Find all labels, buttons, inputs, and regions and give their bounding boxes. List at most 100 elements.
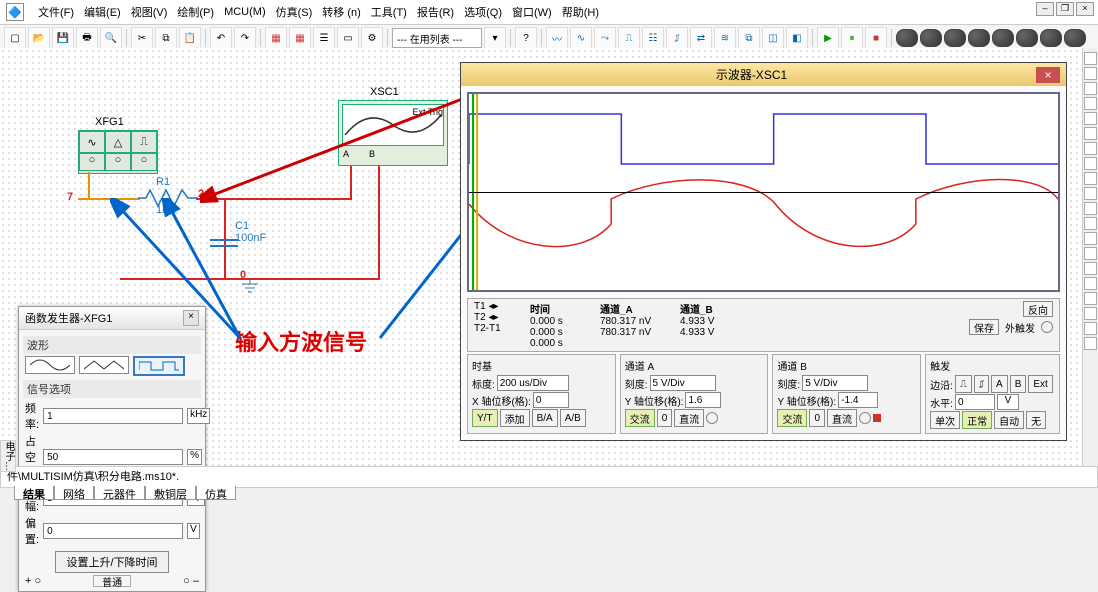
dock-item[interactable] (1084, 112, 1097, 125)
function-generator-symbol[interactable]: ∿△⎍ ○○○ (78, 130, 158, 174)
chip-icon[interactable]: ▭ (337, 27, 359, 49)
dock-item[interactable] (1084, 322, 1097, 335)
help-icon[interactable]: ? (515, 27, 537, 49)
dock-item[interactable] (1084, 337, 1097, 350)
stop-icon[interactable]: ■ (865, 27, 887, 49)
cha-port[interactable] (706, 412, 718, 424)
trig-ext-button[interactable]: Ext (1028, 375, 1052, 393)
an10-icon[interactable]: ◫ (762, 27, 784, 49)
rise-fall-button[interactable]: 设置上升/下降时间 (55, 551, 168, 573)
off-input[interactable] (43, 523, 183, 539)
chb-ac-button[interactable]: 交流 (777, 409, 807, 427)
freq-unit[interactable]: kHz (187, 408, 210, 424)
menu-transfer[interactable]: 转移 (n) (322, 4, 361, 20)
port-common[interactable]: 普通 (93, 575, 131, 587)
menu-options[interactable]: 选项(Q) (464, 4, 502, 20)
cha-yoff-input[interactable] (685, 392, 721, 408)
trig-a-button[interactable]: A (991, 375, 1008, 393)
redo-icon[interactable]: ↷ (234, 27, 256, 49)
cut-icon[interactable]: ✂ (131, 27, 153, 49)
save-button[interactable]: 保存 (969, 319, 999, 335)
oscilloscope-dialog[interactable]: 示波器-XSC1 × T1 ◂▸ T2 ◂▸ T2-T1 时间 0.000 s0… (460, 62, 1067, 441)
osc-display[interactable] (467, 92, 1060, 292)
chb-scale-input[interactable] (802, 375, 868, 391)
an1-icon[interactable]: 〰 (546, 27, 568, 49)
menu-sim[interactable]: 仿真(S) (276, 4, 313, 20)
print-icon[interactable]: 🖶 (76, 27, 98, 49)
timebase-xoff-input[interactable] (533, 392, 569, 408)
an4-icon[interactable]: ⎍ (618, 27, 640, 49)
an11-icon[interactable]: ◧ (786, 27, 808, 49)
menu-draw[interactable]: 绘制(P) (177, 4, 214, 20)
comp-pill[interactable] (920, 29, 942, 47)
grid-icon[interactable]: ▦ (265, 27, 287, 49)
dock-item[interactable] (1084, 262, 1097, 275)
an6-icon[interactable]: ⎎ (666, 27, 688, 49)
restore-icon[interactable]: ❐ (1056, 2, 1074, 16)
preview-icon[interactable]: 🔍 (100, 27, 122, 49)
edge-rise-icon[interactable]: ⎍ (955, 375, 972, 393)
ext-trig-port[interactable] (1041, 321, 1053, 333)
comp-pill[interactable] (968, 29, 990, 47)
an2-icon[interactable]: ∿ (570, 27, 592, 49)
comp-pill[interactable] (1016, 29, 1038, 47)
an8-icon[interactable]: ≋ (714, 27, 736, 49)
menu-window[interactable]: 窗口(W) (512, 4, 552, 20)
dock-item[interactable] (1084, 157, 1097, 170)
run-icon[interactable]: ▶ (817, 27, 839, 49)
dock-item[interactable] (1084, 217, 1097, 230)
minimize-icon[interactable]: – (1036, 2, 1054, 16)
close-icon[interactable]: × (1076, 2, 1094, 16)
dock-item[interactable] (1084, 307, 1097, 320)
trig-normal-button[interactable]: 正常 (962, 411, 992, 429)
menu-help[interactable]: 帮助(H) (562, 4, 599, 20)
add-button[interactable]: 添加 (500, 409, 530, 427)
duty-input[interactable] (43, 449, 183, 465)
wave-sine-button[interactable] (25, 356, 75, 374)
dock-item[interactable] (1084, 97, 1097, 110)
grid2-icon[interactable]: ▦ (289, 27, 311, 49)
dock-item[interactable] (1084, 187, 1097, 200)
dock-item[interactable] (1084, 172, 1097, 185)
ba-button[interactable]: B/A (532, 409, 558, 427)
comp-pill[interactable] (944, 29, 966, 47)
chb-zero-button[interactable]: 0 (809, 409, 825, 427)
fg-close-icon[interactable]: × (183, 310, 199, 326)
menu-tools[interactable]: 工具(T) (371, 4, 407, 20)
dock-item[interactable] (1084, 202, 1097, 215)
dock-item[interactable] (1084, 52, 1097, 65)
cha-zero-button[interactable]: 0 (657, 409, 673, 427)
ab-button[interactable]: A/B (560, 409, 586, 427)
cha-dc-button[interactable]: 直流 (674, 409, 704, 427)
list-icon[interactable]: ☰ (313, 27, 335, 49)
dock-item[interactable] (1084, 127, 1097, 140)
trig-level-input[interactable] (955, 394, 995, 410)
dock-item[interactable] (1084, 142, 1097, 155)
cha-scale-input[interactable] (650, 375, 716, 391)
dock-item[interactable] (1084, 247, 1097, 260)
an3-icon[interactable]: ⤳ (594, 27, 616, 49)
undo-icon[interactable]: ↶ (210, 27, 232, 49)
off-unit[interactable]: V (187, 523, 200, 539)
trig-level-unit[interactable]: V (997, 394, 1019, 410)
menu-reports[interactable]: 报告(R) (417, 4, 454, 20)
timebase-scale-input[interactable] (497, 375, 569, 391)
trig-auto-button[interactable]: 自动 (994, 411, 1024, 429)
dock-item[interactable] (1084, 232, 1097, 245)
oscilloscope-symbol[interactable]: Ext Trig AB (338, 100, 448, 166)
tab-components[interactable]: 元器件 (94, 486, 145, 500)
edge-fall-icon[interactable]: ⎎ (974, 375, 989, 393)
chb-color[interactable] (873, 414, 881, 422)
an9-icon[interactable]: ⧉ (738, 27, 760, 49)
menu-view[interactable]: 视图(V) (131, 4, 168, 20)
in-use-list-combo[interactable]: --- 在用列表 --- (392, 28, 482, 48)
tab-nets[interactable]: 网络 (54, 486, 94, 500)
trig-none-button[interactable]: 无 (1026, 411, 1046, 429)
combo-drop-icon[interactable]: ▾ (484, 27, 506, 49)
chb-port[interactable] (859, 412, 871, 424)
chb-yoff-input[interactable] (838, 392, 878, 408)
cha-ac-button[interactable]: 交流 (625, 409, 655, 427)
open-icon[interactable]: 📂 (28, 27, 50, 49)
new-icon[interactable]: ▢ (4, 27, 26, 49)
reverse-button[interactable]: 反向 (1023, 301, 1053, 317)
